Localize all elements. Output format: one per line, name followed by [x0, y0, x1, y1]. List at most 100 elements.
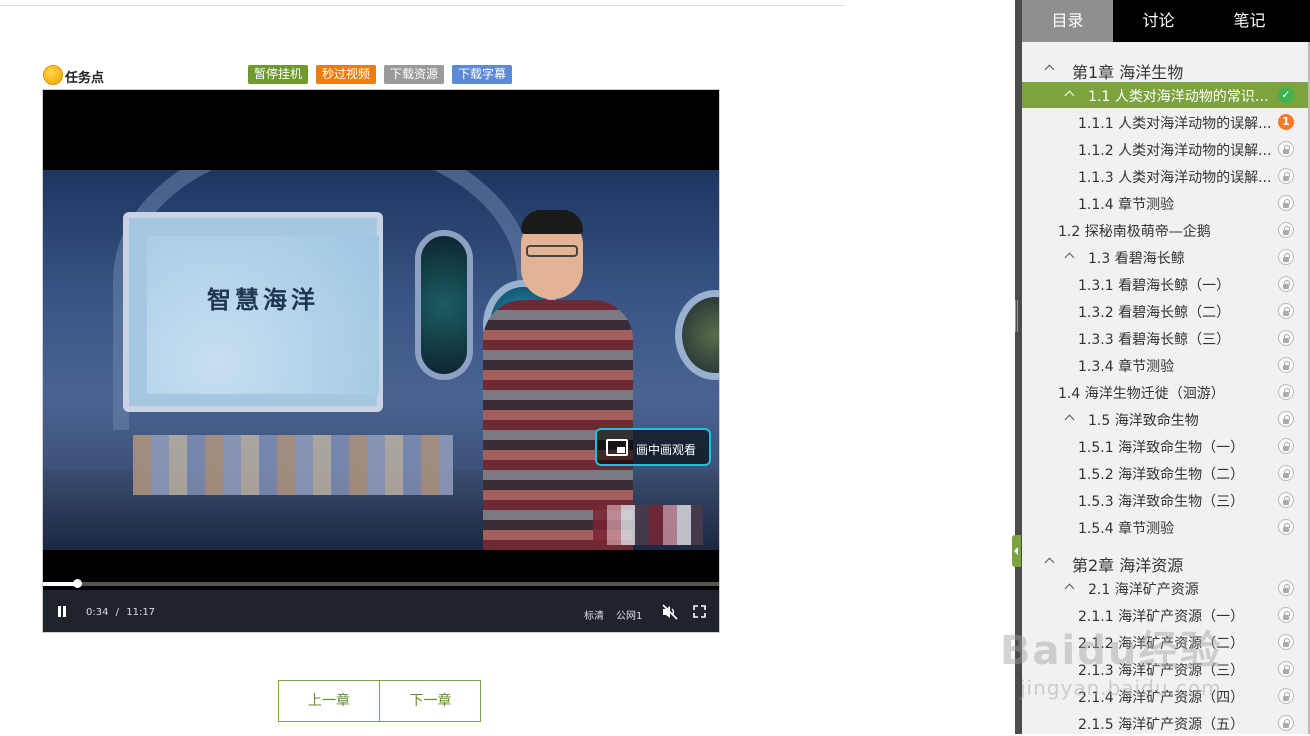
toc-label: 1.3.2 看碧海长鲸（二）	[1078, 305, 1231, 321]
progress-knob[interactable]	[72, 579, 82, 588]
toc-item[interactable]: 1.1.3 人类对海洋动物的误解...	[1022, 163, 1308, 189]
chevron-up-icon[interactable]	[1044, 64, 1055, 75]
lock-icon	[1278, 141, 1294, 157]
resize-handle[interactable]	[1015, 300, 1018, 332]
chevron-up-icon[interactable]	[1064, 583, 1075, 594]
toc-item[interactable]: 1.1.2 人类对海洋动物的误解...	[1022, 136, 1308, 162]
download-resource-button[interactable]: 下载资源	[384, 65, 445, 84]
tab-discussion[interactable]: 讨论	[1113, 0, 1204, 42]
toc-label: 1.3.1 看碧海长鲸（一）	[1078, 278, 1231, 294]
pause-hangup-button[interactable]: 暂停挂机	[248, 65, 309, 84]
lock-icon	[1278, 438, 1294, 454]
chevron-up-icon[interactable]	[1064, 414, 1075, 425]
lock-icon	[1278, 634, 1294, 650]
toc-item[interactable]: 1.3.1 看碧海长鲸（一）	[1022, 271, 1308, 297]
lock-icon	[1278, 519, 1294, 535]
toc-label: 1.5.3 海洋致命生物（三）	[1078, 494, 1245, 510]
tab-catalog[interactable]: 目录	[1022, 0, 1113, 42]
toc-label: 1.1.4 章节测验	[1078, 197, 1175, 213]
toc-item[interactable]: 1.1.4 章节测验	[1022, 190, 1308, 216]
lock-icon	[1278, 384, 1294, 400]
toc-label: 1.3.3 看碧海长鲸（三）	[1078, 332, 1231, 348]
lock-icon	[1278, 330, 1294, 346]
task-count-badge: 1	[1278, 114, 1294, 130]
lock-icon	[1278, 688, 1294, 704]
toc-item[interactable]: 1.5.2 海洋致命生物（二）	[1022, 460, 1308, 486]
toc-label: 第1章 海洋生物	[1072, 63, 1184, 82]
task-point-icon	[43, 65, 63, 85]
muted-volume-icon[interactable]	[661, 604, 679, 620]
download-subtitles-button[interactable]: 下载字幕	[452, 65, 513, 84]
video-player[interactable]: 智慧海洋 画中画观看 0:34 / 11:17 标清 公网1	[42, 89, 720, 633]
toc-item[interactable]: 1.5.3 海洋致命生物（三）	[1022, 487, 1308, 513]
lock-icon	[1278, 222, 1294, 238]
toc-item[interactable]: 1.1 人类对海洋动物的常识误... ✓	[1022, 82, 1308, 108]
lock-icon	[1278, 168, 1294, 184]
toc-label: 1.3 看碧海长鲸	[1088, 251, 1185, 267]
presenter-glasses	[526, 245, 578, 257]
chevron-up-icon[interactable]	[1064, 90, 1075, 101]
toc-label: 1.1.2 人类对海洋动物的误解...	[1078, 143, 1272, 159]
toc-item[interactable]: 1.4 海洋生物迁徙（洄游）	[1022, 379, 1308, 405]
next-chapter-button[interactable]: 下一章	[380, 681, 481, 721]
toc-item[interactable]: 2.1.5 海洋矿产资源（五）	[1022, 710, 1308, 736]
toc-label: 2.1.5 海洋矿产资源（五）	[1078, 717, 1245, 733]
toc-item[interactable]: 1.1.1 人类对海洋动物的误解... 1	[1022, 109, 1308, 135]
toc-item[interactable]: 1.2 探秘南极萌帝—企鹅	[1022, 217, 1308, 243]
collapse-sidebar-button[interactable]	[1012, 535, 1021, 567]
pause-icon[interactable]	[56, 606, 70, 618]
tab-notes[interactable]: 笔记	[1204, 0, 1295, 42]
lock-icon	[1278, 492, 1294, 508]
toc-chapter[interactable]: 第1章 海洋生物	[1022, 56, 1308, 82]
chevron-up-icon[interactable]	[1064, 252, 1075, 263]
blurred-logo	[593, 505, 703, 545]
watermark-url: jingyan.baidu.com	[1020, 676, 1222, 700]
sidebar-tabs: 目录 讨论 笔记	[1022, 0, 1310, 42]
quality-select[interactable]: 标清	[584, 607, 604, 622]
toc-label: 1.5 海洋致命生物	[1088, 413, 1199, 429]
toc-label: 第2章 海洋资源	[1072, 556, 1184, 575]
previous-chapter-button[interactable]: 上一章	[279, 681, 380, 721]
slide-title: 智慧海洋	[207, 285, 319, 314]
toc-item[interactable]: 1.3.3 看碧海长鲸（三）	[1022, 325, 1308, 351]
toc-chapter[interactable]: 第2章 海洋资源	[1022, 549, 1308, 575]
check-icon: ✓	[1278, 87, 1294, 103]
skip-video-button[interactable]: 秒过视频	[316, 65, 377, 84]
toc-label: 1.5.2 海洋致命生物（二）	[1078, 467, 1245, 483]
lock-icon	[1278, 661, 1294, 677]
pip-label: 画中画观看	[636, 443, 697, 457]
toc-label: 1.1.1 人类对海洋动物的误解...	[1078, 116, 1272, 132]
watermark: Baidu经验	[1000, 628, 1223, 674]
progress-bar[interactable]	[43, 579, 719, 588]
lock-icon	[1278, 607, 1294, 623]
current-time: 0:34	[86, 607, 109, 618]
toc-item[interactable]: 1.5.1 海洋致命生物（一）	[1022, 433, 1308, 459]
time-display: 0:34 / 11:17	[86, 607, 155, 618]
toc-item[interactable]: 1.3.4 章节测验	[1022, 352, 1308, 378]
toc-label: 1.3.4 章节测验	[1078, 359, 1175, 375]
slide-screen	[147, 236, 379, 394]
toc-item[interactable]: 1.3.2 看碧海长鲸（二）	[1022, 298, 1308, 324]
lock-icon	[1278, 580, 1294, 596]
toc-label: 1.1.3 人类对海洋动物的误解...	[1078, 170, 1272, 186]
lock-icon	[1278, 276, 1294, 292]
lock-icon	[1278, 465, 1294, 481]
blurred-overlay	[133, 435, 453, 495]
toc-label: 2.1 海洋矿产资源	[1088, 582, 1199, 598]
line-select[interactable]: 公网1	[616, 607, 642, 622]
chevron-up-icon[interactable]	[1044, 557, 1055, 568]
toc-item[interactable]: 1.3 看碧海长鲸	[1022, 244, 1308, 270]
toc-item[interactable]: 1.5 海洋致命生物	[1022, 406, 1308, 432]
studio-window	[415, 230, 473, 380]
fullscreen-icon[interactable]	[693, 605, 706, 618]
chapter-navigation: 上一章 下一章	[278, 680, 481, 722]
toc-item[interactable]: 2.1 海洋矿产资源	[1022, 575, 1308, 601]
task-point-label: 任务点	[65, 71, 105, 86]
picture-in-picture-button[interactable]: 画中画观看	[595, 428, 711, 466]
time-separator: /	[115, 607, 120, 618]
video-frame[interactable]: 智慧海洋	[43, 170, 719, 550]
presenter-hair	[521, 210, 583, 234]
top-divider	[0, 5, 845, 6]
toc-item[interactable]: 1.5.4 章节测验	[1022, 514, 1308, 540]
toc-label: 1.5.1 海洋致命生物（一）	[1078, 440, 1245, 456]
